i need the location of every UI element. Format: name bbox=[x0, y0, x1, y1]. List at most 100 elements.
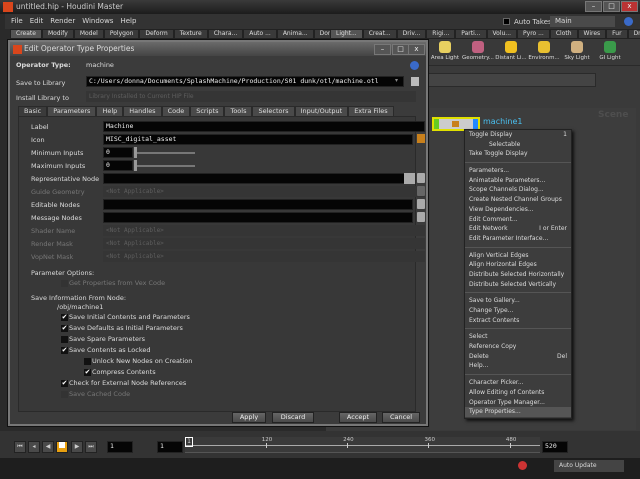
checkbox-unlock-new-nodes-on-creation[interactable] bbox=[84, 358, 91, 365]
minimize-button[interactable]: – bbox=[585, 1, 602, 12]
end-frame-field[interactable]: 520 bbox=[542, 441, 568, 453]
slider-handle[interactable] bbox=[134, 160, 137, 171]
menu-item-delete[interactable]: Delete Del bbox=[465, 352, 571, 362]
shelf-tab[interactable]: Chara... bbox=[207, 29, 244, 39]
menu-item-allow-editing-of-contents[interactable]: Allow Editing of Contents bbox=[465, 388, 571, 398]
menu-item-scope-channels-dialog[interactable]: Scope Channels Dialog... bbox=[465, 185, 571, 195]
help-icon[interactable] bbox=[624, 17, 633, 26]
timeline-slider[interactable]: 1 120 240 360 480 bbox=[185, 437, 540, 453]
menu-item-take-toggle-display[interactable]: Take Toggle Display bbox=[465, 149, 571, 159]
render-flag[interactable] bbox=[473, 119, 478, 129]
menu-item-create-nested-channel-groups[interactable]: Create Nested Channel Groups bbox=[465, 195, 571, 205]
shelf-tab[interactable]: Wires bbox=[577, 29, 607, 39]
trash-icon[interactable] bbox=[417, 199, 425, 209]
shelf-tab[interactable]: Polygon bbox=[103, 29, 140, 39]
play-reverse-button[interactable]: ◀ bbox=[42, 441, 54, 453]
dialog-close-button[interactable]: x bbox=[408, 44, 425, 55]
shelf-tab[interactable]: Deform bbox=[139, 29, 174, 39]
menu-item-save-to-gallery[interactable]: Save to Gallery... bbox=[465, 296, 571, 306]
trash-icon[interactable] bbox=[417, 212, 425, 222]
shelf-tab[interactable]: Auto ... bbox=[243, 29, 277, 39]
step-back-button[interactable]: ◂ bbox=[28, 441, 40, 453]
menu-item-edit-network[interactable]: Edit Network I or Enter bbox=[465, 224, 571, 234]
chevron-down-icon[interactable]: ▾ bbox=[395, 77, 398, 84]
shelf-tab[interactable]: Modify bbox=[41, 29, 74, 39]
menu-item-edit-comment[interactable]: Edit Comment... bbox=[465, 215, 571, 225]
shelf-tab[interactable]: Parti... bbox=[455, 29, 487, 39]
apply-button[interactable]: Apply bbox=[232, 412, 266, 423]
menu-item-animatable-parameters[interactable]: Animatable Parameters... bbox=[465, 176, 571, 186]
shelf-tab[interactable]: Driv... bbox=[396, 29, 427, 39]
install-library-dropdown[interactable]: Library Installed to Current HIP File bbox=[86, 91, 416, 102]
shelf-tool[interactable]: Sky Light bbox=[560, 41, 594, 61]
current-frame-field[interactable]: 1 bbox=[107, 441, 133, 453]
menu-item-character-picker[interactable]: Character Picker... bbox=[465, 378, 571, 388]
trash-icon[interactable] bbox=[417, 173, 425, 183]
dialog-maximize-button[interactable]: □ bbox=[392, 44, 409, 55]
menu-item-toggle-display[interactable]: Toggle Display 1 bbox=[465, 130, 571, 140]
menu-item-selectable[interactable]: Selectable bbox=[465, 140, 571, 150]
message-nodes-field[interactable] bbox=[103, 212, 413, 223]
menu-item-parameters[interactable]: Parameters... bbox=[465, 166, 571, 176]
slider-handle[interactable] bbox=[134, 147, 137, 158]
shelf-tab[interactable]: Light... bbox=[330, 29, 363, 39]
menu-item-edit-parameter-interface[interactable]: Edit Parameter Interface... bbox=[465, 234, 571, 244]
jump-start-button[interactable]: ⏮ bbox=[14, 441, 26, 453]
cancel-button[interactable]: Cancel bbox=[382, 412, 420, 423]
shelf-tool[interactable]: GI Light bbox=[593, 41, 627, 61]
auto-takes-checkbox[interactable] bbox=[503, 18, 510, 25]
icon-field[interactable]: MISC_digital_asset bbox=[103, 134, 413, 145]
shelf-tab[interactable]: Fur bbox=[606, 29, 628, 39]
shelf-tab[interactable]: Volu... bbox=[486, 29, 518, 39]
save-library-field[interactable]: C:/Users/donna/Documents/SplashMachine/P… bbox=[86, 76, 404, 87]
max-inputs-slider[interactable] bbox=[137, 165, 195, 167]
checkbox-save-spare-parameters[interactable] bbox=[61, 336, 68, 343]
rep-node-field[interactable] bbox=[103, 173, 413, 184]
shelf-tab[interactable]: Pyro ... bbox=[517, 29, 550, 39]
shelf-tab[interactable]: Create bbox=[10, 29, 42, 39]
shelf-tool[interactable]: Area Light bbox=[428, 41, 462, 61]
shelf-tab[interactable]: Anima... bbox=[276, 29, 314, 39]
menu-item-select[interactable]: Select bbox=[465, 332, 571, 342]
discard-button[interactable]: Discard bbox=[272, 412, 314, 423]
play-button[interactable]: ▶ bbox=[71, 441, 83, 453]
menu-edit[interactable]: Edit bbox=[30, 14, 44, 29]
shelf-tool[interactable]: Geometry... bbox=[461, 41, 495, 61]
menu-item-align-horizontal-edges[interactable]: Align Horizontal Edges bbox=[465, 260, 571, 270]
icon-picker-icon[interactable] bbox=[417, 134, 425, 143]
display-flag[interactable] bbox=[434, 119, 439, 129]
menu-item-operator-type-manager[interactable]: Operator Type Manager... bbox=[465, 398, 571, 408]
shelf-tool[interactable]: Distant Li... bbox=[494, 41, 528, 61]
stop-button[interactable] bbox=[56, 441, 68, 453]
menu-item-align-vertical-edges[interactable]: Align Vertical Edges bbox=[465, 251, 571, 261]
shelf-tab[interactable]: Rigi... bbox=[426, 29, 456, 39]
file-browse-icon[interactable] bbox=[411, 77, 419, 86]
checkbox-save-defaults-as-initial-parameters[interactable]: ✔ bbox=[61, 325, 68, 332]
menu-item-extract-contents[interactable]: Extract Contents bbox=[465, 316, 571, 326]
shelf-tab[interactable]: Model bbox=[73, 29, 104, 39]
checkbox-save-contents-as-locked[interactable]: ✔ bbox=[61, 347, 68, 354]
node-chooser-button[interactable] bbox=[404, 173, 415, 184]
checkbox-save-initial-contents-and-parameters[interactable]: ✔ bbox=[61, 314, 68, 321]
menu-help[interactable]: Help bbox=[120, 14, 136, 29]
shelf-tab[interactable]: Cloth bbox=[549, 29, 578, 39]
help-icon[interactable] bbox=[410, 61, 419, 70]
shelf-tab[interactable]: Texture bbox=[173, 29, 208, 39]
menu-windows[interactable]: Windows bbox=[82, 14, 113, 29]
menu-item-reference-copy[interactable]: Reference Copy bbox=[465, 342, 571, 352]
maximize-button[interactable]: □ bbox=[603, 1, 620, 12]
trash-icon[interactable] bbox=[417, 186, 425, 196]
shelf-tab[interactable]: Driv... bbox=[627, 29, 640, 39]
shelf-tab[interactable]: Creat... bbox=[362, 29, 397, 39]
menu-item-type-properties[interactable]: Type Properties... bbox=[465, 407, 571, 417]
menu-render[interactable]: Render bbox=[50, 14, 75, 29]
takes-dropdown[interactable]: Main bbox=[550, 16, 615, 27]
update-mode-dropdown[interactable]: Auto Update bbox=[554, 460, 624, 472]
dialog-title-bar[interactable]: Edit Operator Type Properties bbox=[10, 42, 426, 56]
accept-button[interactable]: Accept bbox=[339, 412, 377, 423]
menu-item-help[interactable]: Help... bbox=[465, 361, 571, 371]
menu-item-distribute-selected-vertically[interactable]: Distribute Selected Vertically bbox=[465, 280, 571, 290]
close-button[interactable]: x bbox=[621, 1, 638, 12]
max-inputs-field[interactable]: 0 bbox=[103, 160, 133, 171]
dialog-minimize-button[interactable]: – bbox=[374, 44, 391, 55]
